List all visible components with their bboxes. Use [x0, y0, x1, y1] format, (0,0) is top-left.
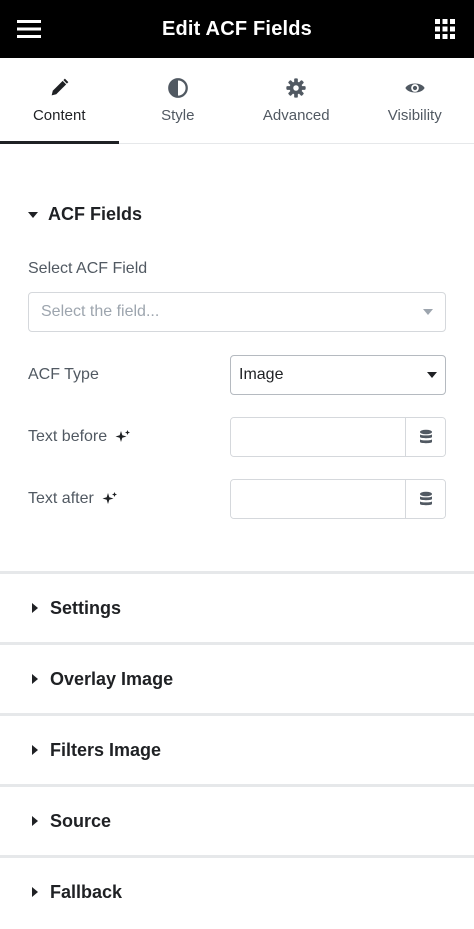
dynamic-tags-button[interactable] [405, 480, 445, 518]
caret-right-icon [32, 887, 38, 897]
caret-right-icon [32, 603, 38, 613]
text-after-label: Text after [28, 490, 118, 508]
database-icon [419, 491, 432, 506]
database-icon [419, 429, 432, 444]
top-bar: Edit ACF Fields [0, 0, 474, 58]
acf-type-label: ACF Type [28, 366, 99, 383]
text-before-label: Text before [28, 428, 131, 446]
section-overlay-image[interactable]: Overlay Image [0, 642, 474, 713]
section-title: Fallback [50, 881, 123, 902]
tab-label: Visibility [387, 107, 442, 124]
chevron-down-icon [427, 372, 437, 378]
tab-advanced[interactable]: Advanced [237, 58, 356, 143]
acf-type-select[interactable]: Image [230, 355, 446, 395]
text-after-row: Text after [28, 479, 446, 519]
acf-fields-section-header[interactable]: ACF Fields [28, 144, 446, 238]
text-before-input[interactable] [231, 418, 405, 456]
section-fallback[interactable]: Fallback [0, 855, 474, 926]
acf-type-value: Image [239, 366, 284, 383]
caret-right-icon [32, 816, 38, 826]
tab-label: Content [32, 107, 86, 124]
select-acf-field-label: Select ACF Field [28, 260, 148, 277]
section-title: ACF Fields [48, 204, 143, 224]
section-settings[interactable]: Settings [0, 571, 474, 642]
collapsed-sections: Settings Overlay Image Filters Image Sou… [0, 571, 474, 926]
chevron-down-icon [423, 309, 433, 315]
panel-tabs: Content Style Advanced Visibility [0, 58, 474, 144]
select-acf-field-dropdown[interactable]: Select the field... [28, 292, 446, 332]
tab-label: Advanced [262, 107, 330, 124]
tab-content[interactable]: Content [0, 58, 119, 144]
section-filters-image[interactable]: Filters Image [0, 713, 474, 784]
grid-icon[interactable] [432, 16, 458, 42]
gear-icon [286, 78, 306, 98]
pencil-icon [51, 78, 69, 96]
tab-visibility[interactable]: Visibility [356, 58, 474, 143]
section-title: Settings [50, 597, 122, 618]
caret-right-icon [32, 674, 38, 684]
section-title: Overlay Image [50, 668, 174, 689]
tab-style[interactable]: Style [119, 58, 238, 143]
text-before-row: Text before [28, 417, 446, 457]
caret-right-icon [32, 745, 38, 755]
caret-down-icon [28, 211, 38, 218]
dynamic-tags-button[interactable] [405, 418, 445, 456]
sparkle-icon[interactable] [102, 491, 118, 507]
acf-fields-section: ACF Fields Select ACF Field Select the f… [0, 144, 474, 519]
panel-title: Edit ACF Fields [161, 17, 313, 40]
section-source[interactable]: Source [0, 784, 474, 855]
eye-icon [405, 83, 425, 93]
select-placeholder: Select the field... [41, 303, 160, 320]
text-after-field [230, 479, 446, 519]
half-circle-icon [167, 78, 188, 98]
sparkle-icon[interactable] [115, 429, 131, 445]
section-title: Source [50, 810, 112, 831]
tab-label: Style [161, 107, 195, 124]
text-after-input[interactable] [231, 480, 405, 518]
acf-type-row: ACF Type Image [28, 355, 446, 395]
section-title: Filters Image [50, 739, 162, 760]
hamburger-icon[interactable] [16, 16, 42, 42]
text-before-field [230, 417, 446, 457]
